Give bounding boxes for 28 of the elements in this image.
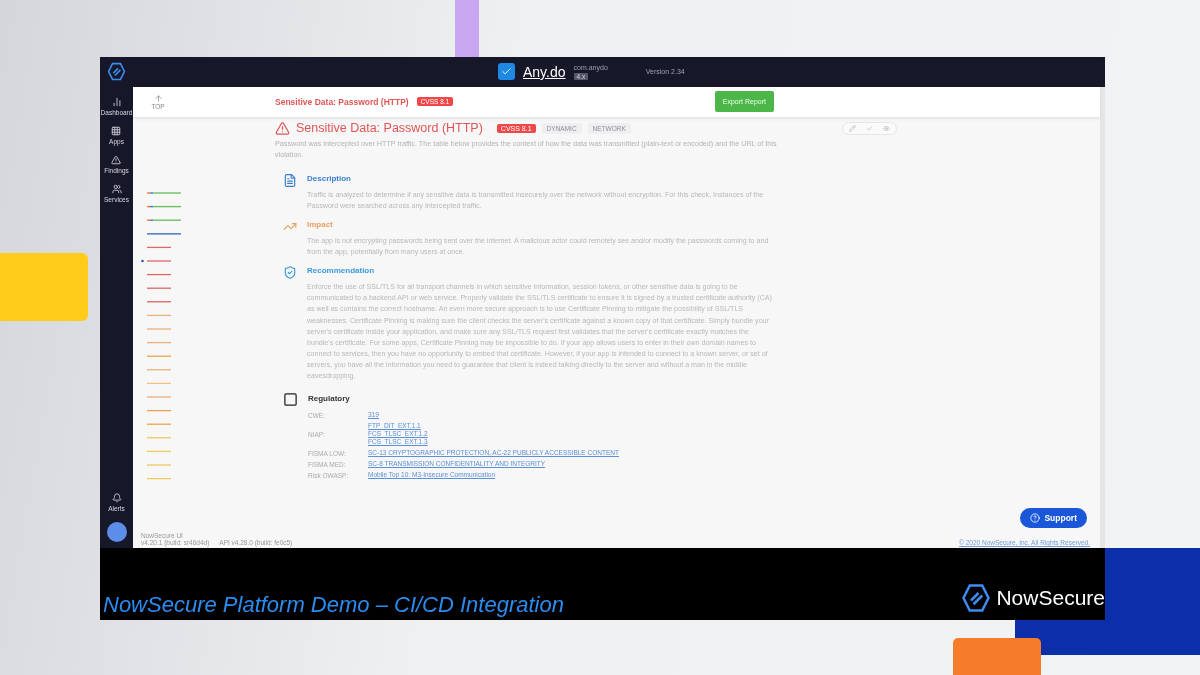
brand-name: NowSecure xyxy=(996,586,1105,610)
support-button[interactable]: Support xyxy=(1020,508,1087,529)
arrow-up-icon xyxy=(153,93,163,103)
header-title: Sensitive Data: Password (HTTP) xyxy=(275,96,409,107)
finding-title: Sensitive Data: Password (HTTP) xyxy=(296,121,483,136)
app-icon xyxy=(498,63,515,81)
bell-icon xyxy=(111,493,122,504)
app-name[interactable]: Any.do xyxy=(523,63,566,80)
section-icon xyxy=(283,171,297,189)
edit-icon[interactable] xyxy=(849,124,856,132)
section-title: Description xyxy=(307,173,352,183)
section-title: Impact xyxy=(307,220,334,230)
logo-icon xyxy=(107,62,126,81)
warning-icon xyxy=(275,120,290,136)
video-caption: NowSecure Platform Demo – CI/CD Integration xyxy=(103,592,564,618)
check-icon[interactable] xyxy=(866,124,873,132)
people-icon xyxy=(111,183,122,194)
avatar[interactable] xyxy=(106,522,127,543)
warning-icon xyxy=(111,154,122,165)
brand-logo-icon xyxy=(961,583,992,613)
help-icon xyxy=(1030,513,1041,524)
section-title: Recommendation xyxy=(307,266,376,276)
bar-chart-icon xyxy=(111,96,122,107)
section-icon xyxy=(283,264,297,282)
eye-icon[interactable] xyxy=(883,124,890,132)
grid-icon xyxy=(111,125,122,136)
section-title: Regulatory xyxy=(308,394,351,404)
slide-decoration xyxy=(455,0,479,57)
